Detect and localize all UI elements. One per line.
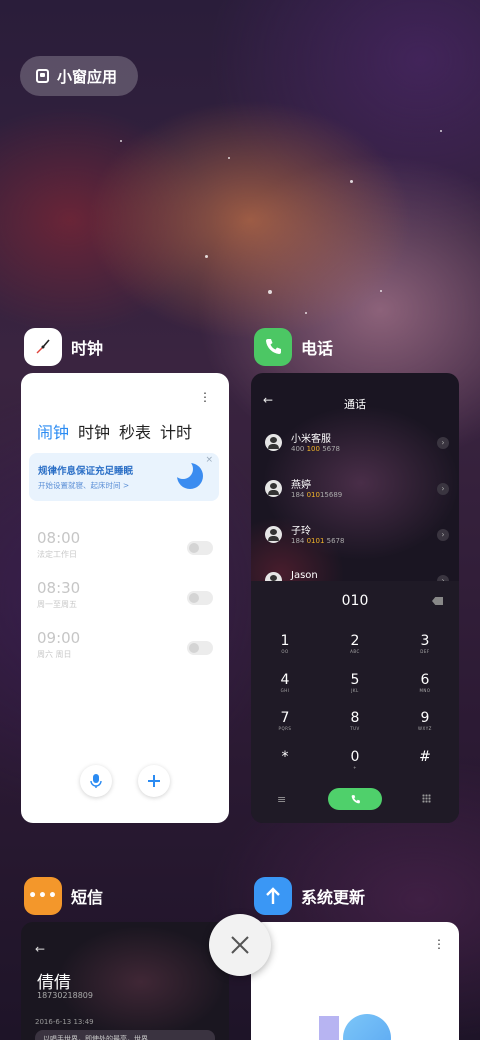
system-update-app-card[interactable]: ⋮ <box>251 922 459 1040</box>
key-4[interactable]: 4 GHI <box>260 672 310 694</box>
avatar <box>265 434 282 451</box>
sms-date: 2016-6-13 13:49 <box>35 1018 94 1026</box>
update-arrow-icon <box>254 877 292 915</box>
tab-alarm[interactable]: 闹钟 <box>37 419 69 443</box>
tab-timer[interactable]: 计时 <box>160 419 192 443</box>
key-7[interactable]: 7 PQRS <box>260 710 310 732</box>
call-button[interactable] <box>328 788 382 810</box>
app-header-messages[interactable]: ••• 短信 <box>24 877 103 915</box>
alarm-row[interactable]: 09:00 周六 周日 <box>37 629 213 669</box>
key-2[interactable]: 2 ABC <box>330 633 380 655</box>
sms-bubble: 以唱手世界，即使处的最亮，世界 <box>35 1030 215 1040</box>
tab-clock[interactable]: 时钟 <box>78 419 110 443</box>
contact-number: 184 01015689 <box>291 491 343 499</box>
plus-icon <box>148 775 160 787</box>
miui-logo <box>319 1016 339 1040</box>
contact-name: Jason <box>291 570 318 581</box>
contact-number: 400 100 5678 <box>291 445 341 453</box>
app-header-clock[interactable]: 时钟 <box>24 328 103 366</box>
contact-name: 子玲 <box>291 526 311 537</box>
contact-name: 小米客服 <box>291 434 331 445</box>
more-icon[interactable]: ⋮ <box>199 391 211 403</box>
voice-button[interactable] <box>80 765 112 797</box>
alarm-row[interactable]: 08:30 周一至周五 <box>37 579 213 619</box>
alarm-toggle[interactable] <box>187 641 213 655</box>
clock-icon <box>24 328 62 366</box>
contact-row[interactable]: 子玲 184 0101 5678 › <box>265 522 449 562</box>
small-window-apps-button[interactable]: 小窗应用 <box>20 56 138 96</box>
alarm-row[interactable]: 08:00 法定工作日 <box>37 529 213 569</box>
key-5[interactable]: 5 JKL <box>330 672 380 694</box>
contact-row[interactable]: 燕婷 184 01015689 › <box>265 476 449 516</box>
dialpad: 010 1 OO 2 ABC 3 DEF 4 GHI 5 JKL 6 MNO 7 PQRS 8… <box>251 581 459 823</box>
moon-icon <box>173 459 203 489</box>
menu-icon[interactable]: ≡ <box>277 793 286 806</box>
close-banner-icon[interactable]: × <box>205 455 213 465</box>
microphone-icon <box>90 774 102 788</box>
sms-contact-number: 18730218809 <box>37 991 93 1000</box>
app-name: 系统更新 <box>301 888 366 907</box>
app-name: 电话 <box>301 339 334 358</box>
small-window-icon <box>36 69 49 83</box>
banner-title: 规律作息保证充足睡眠 <box>38 466 134 477</box>
back-arrow-icon[interactable]: ← <box>35 942 45 956</box>
phone-icon <box>351 794 360 803</box>
banner-subtitle: 开始设置就寝、起床时间 > <box>38 481 130 490</box>
contact-number: 184 0101 5678 <box>291 537 345 545</box>
key-3[interactable]: 3 DEF <box>400 633 450 655</box>
dialpad-toggle-icon[interactable] <box>422 794 431 803</box>
messages-app-card[interactable]: ← 倩倩 18730218809 2016-6-13 13:49 以唱手世界，即… <box>21 922 229 1040</box>
sms-contact-name: 倩倩 <box>37 973 71 993</box>
close-icon <box>231 936 249 954</box>
app-header-phone[interactable]: 电话 <box>254 328 333 366</box>
alarm-toggle[interactable] <box>187 541 213 555</box>
star <box>350 180 353 183</box>
more-icon[interactable]: ⋮ <box>433 938 445 950</box>
contact-name: 燕婷 <box>291 480 311 491</box>
key-hash[interactable]: # <box>400 749 450 765</box>
key-6[interactable]: 6 MNO <box>400 672 450 694</box>
chevron-right-icon[interactable]: › <box>437 437 449 449</box>
star <box>305 312 307 314</box>
add-alarm-button[interactable] <box>138 765 170 797</box>
clock-tabs: 闹钟 时钟 秒表 计时 <box>37 419 192 443</box>
star <box>205 255 208 258</box>
chevron-right-icon[interactable]: › <box>437 529 449 541</box>
star <box>440 130 442 132</box>
clock-app-card[interactable]: ⋮ 闹钟 时钟 秒表 计时 规律作息保证充足睡眠 开始设置就寝、起床时间 > ×… <box>21 373 229 823</box>
star <box>380 290 382 292</box>
sleep-banner[interactable]: 规律作息保证充足睡眠 开始设置就寝、起床时间 > × <box>29 453 219 501</box>
app-header-system-update[interactable]: 系统更新 <box>254 877 365 915</box>
miui-logo-circle <box>343 1014 391 1040</box>
alarm-toggle[interactable] <box>187 591 213 605</box>
avatar <box>265 526 282 543</box>
key-8[interactable]: 8 TUV <box>330 710 380 732</box>
key-0[interactable]: 0 + <box>330 749 380 771</box>
app-name: 短信 <box>71 888 104 907</box>
app-name: 时钟 <box>71 339 104 358</box>
contact-row[interactable]: 小米客服 400 100 5678 › <box>265 430 449 470</box>
tab-stopwatch[interactable]: 秒表 <box>119 419 151 443</box>
phone-title: 通话 <box>344 398 366 411</box>
phone-icon <box>254 328 292 366</box>
star <box>268 290 272 294</box>
star <box>228 157 230 159</box>
key-star[interactable]: * <box>260 749 310 765</box>
message-icon: ••• <box>24 877 62 915</box>
avatar <box>265 480 282 497</box>
close-all-button[interactable] <box>209 914 271 976</box>
chevron-right-icon[interactable]: › <box>437 483 449 495</box>
star <box>120 140 122 142</box>
key-1[interactable]: 1 OO <box>260 633 310 655</box>
phone-app-card[interactable]: ← 通话 小米客服 400 100 5678 › 燕婷 184 01015689… <box>251 373 459 823</box>
key-9[interactable]: 9 WXYZ <box>400 710 450 732</box>
dialed-number: 010 <box>341 593 369 609</box>
small-window-label: 小窗应用 <box>57 67 118 86</box>
